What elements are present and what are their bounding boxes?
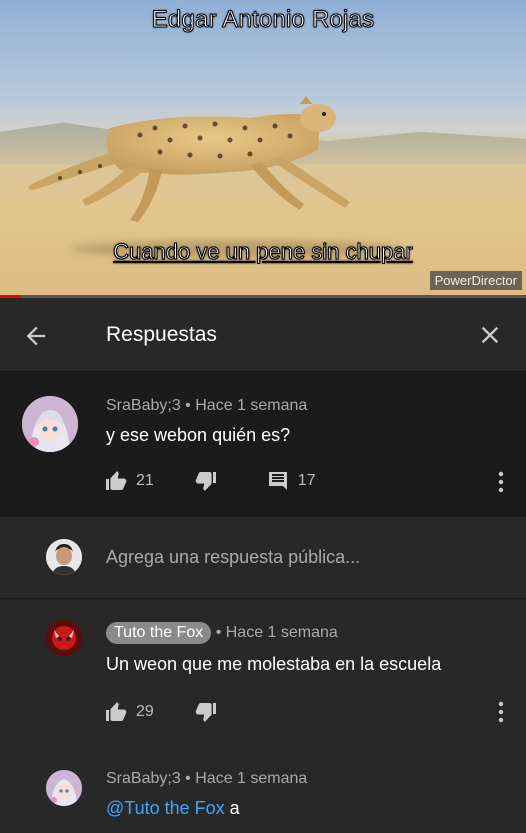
meta-separator: • bbox=[215, 624, 222, 641]
mention-link[interactable]: @Tuto the Fox bbox=[106, 798, 225, 818]
close-icon[interactable] bbox=[476, 321, 504, 349]
comment-time: Hace 1 semana bbox=[195, 397, 308, 414]
meta-separator: • bbox=[185, 770, 191, 787]
comment-author[interactable]: Tuto the Fox bbox=[106, 622, 212, 644]
avatar bbox=[46, 539, 82, 575]
anime-avatar-icon bbox=[46, 770, 82, 806]
video-caption: Cuando ve un pene sin chupar bbox=[113, 239, 414, 265]
reply-input-placeholder[interactable]: Agrega una respuesta pública... bbox=[106, 547, 360, 568]
more-vert-icon[interactable] bbox=[498, 701, 504, 723]
avatar[interactable] bbox=[46, 620, 82, 656]
comment-time: Hace 1 semana bbox=[225, 624, 338, 641]
like-count: 29 bbox=[136, 703, 154, 720]
comment-text: Un weon que me molestaba en la escuela bbox=[106, 654, 442, 674]
user-avatar-icon bbox=[46, 539, 82, 575]
page-title: Respuestas bbox=[106, 323, 217, 346]
more-vert-icon[interactable] bbox=[498, 471, 504, 493]
root-comment: SraBaby;3 • Hace 1 semana y ese webon qu… bbox=[0, 373, 526, 517]
like-count: 21 bbox=[136, 472, 154, 489]
arrow-left-icon[interactable] bbox=[22, 322, 50, 350]
reply-count[interactable]: 17 bbox=[298, 472, 316, 490]
meta-separator: • bbox=[185, 397, 191, 414]
comment-actions: 29 bbox=[104, 700, 218, 724]
thumbs-down-icon[interactable] bbox=[194, 700, 218, 724]
comment-meta: SraBaby;3 • Hace 1 semana bbox=[106, 770, 307, 788]
fox-avatar-icon bbox=[46, 620, 82, 656]
comment-text: @Tuto the Fox a bbox=[106, 798, 240, 819]
comment-actions: 21 17 bbox=[104, 469, 316, 493]
video-overlay-title: Edgar Antonio Rojas bbox=[151, 6, 375, 34]
comment-time: Hace 1 semana bbox=[195, 770, 308, 787]
avatar[interactable] bbox=[46, 770, 82, 806]
comment-body: a bbox=[229, 798, 240, 818]
anime-avatar-icon bbox=[22, 396, 78, 452]
reply-comment: Tuto the Fox • Hace 1 semana Un weon que… bbox=[0, 600, 526, 750]
thumbs-up-icon[interactable] bbox=[104, 469, 128, 493]
avatar[interactable] bbox=[22, 396, 78, 452]
comment-meta: SraBaby;3 • Hace 1 semana bbox=[106, 397, 307, 415]
replies-header: Respuestas bbox=[0, 298, 526, 372]
thumbs-down-icon[interactable] bbox=[194, 469, 218, 493]
add-reply-field[interactable]: Agrega una respuesta pública... bbox=[0, 517, 526, 599]
thumbs-up-icon[interactable] bbox=[104, 700, 128, 724]
watermark: PowerDirector bbox=[429, 271, 522, 290]
comment-author[interactable]: SraBaby;3 bbox=[106, 397, 181, 414]
reply-comment-icon[interactable] bbox=[266, 469, 290, 493]
video-player[interactable]: Edgar Antonio Rojas Cuando ve un pene si… bbox=[0, 0, 526, 297]
reply-comment: SraBaby;3 • Hace 1 semana @Tuto the Fox … bbox=[0, 750, 526, 833]
comment-text: y ese webon quién es? bbox=[106, 425, 291, 445]
comment-meta: Tuto the Fox • Hace 1 semana bbox=[106, 622, 338, 644]
comment-author[interactable]: SraBaby;3 bbox=[106, 770, 181, 787]
